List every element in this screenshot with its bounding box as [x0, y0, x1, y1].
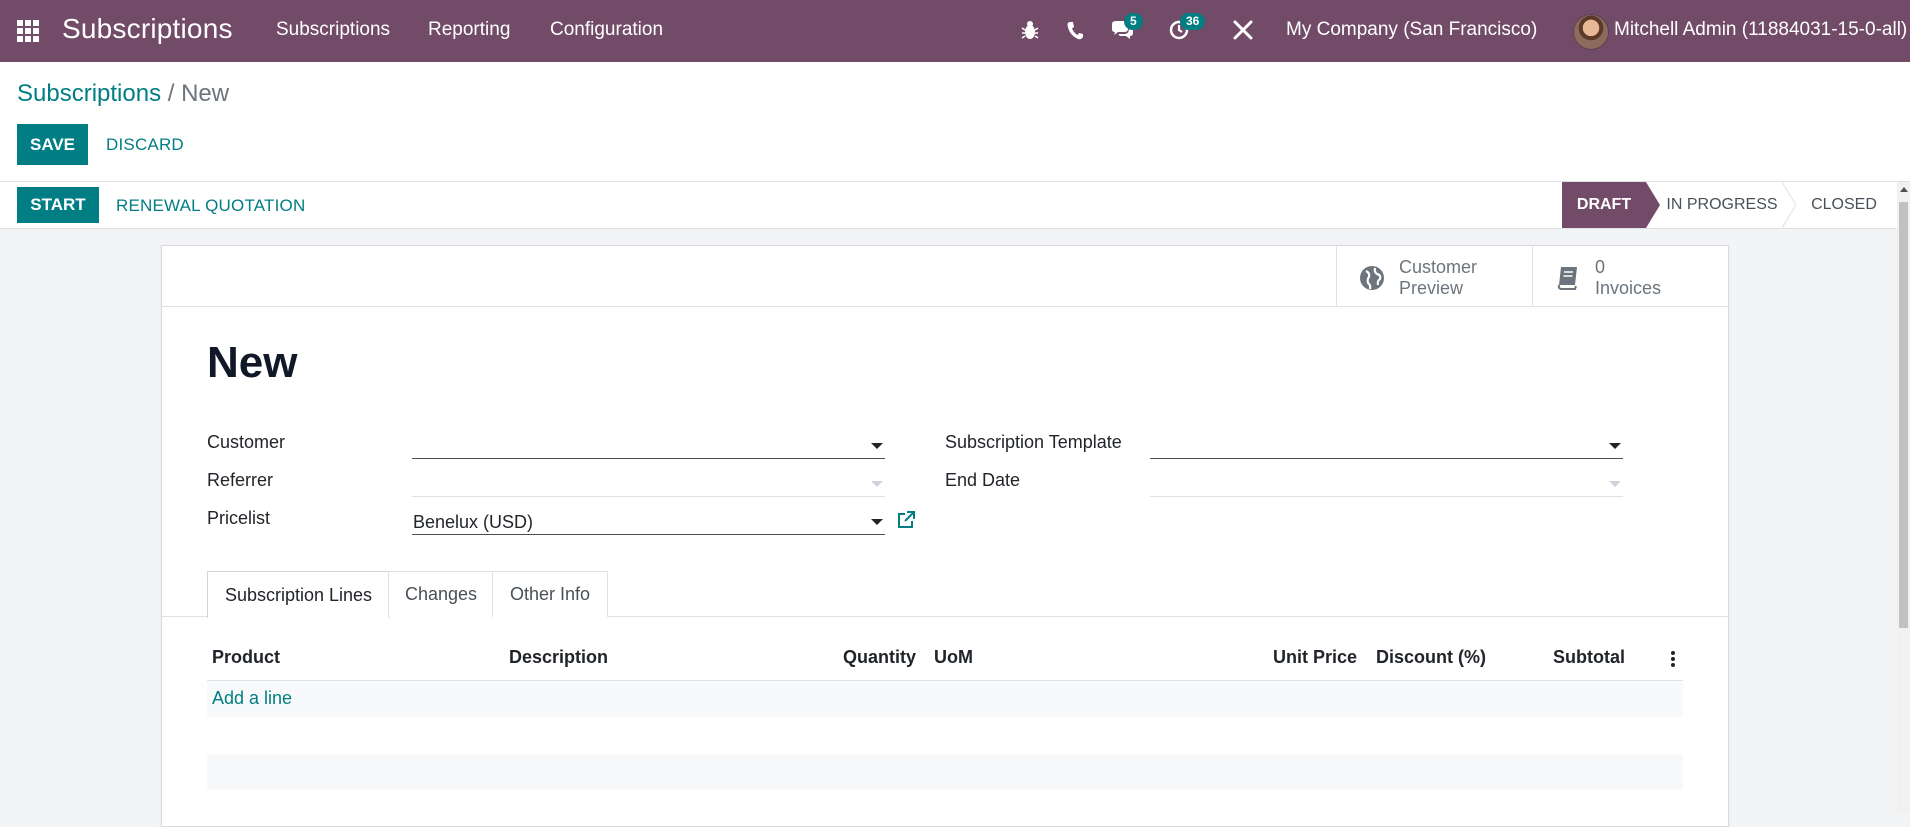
column-subtotal[interactable]: Subtotal — [1553, 647, 1625, 668]
record-title: New — [207, 338, 298, 387]
external-link-icon[interactable] — [896, 510, 916, 535]
end-date-field[interactable] — [1150, 470, 1623, 497]
control-panel: Subscriptions / New SAVE DISCARD — [0, 62, 1910, 182]
tab-changes[interactable]: Changes — [388, 571, 494, 617]
globe-icon — [1359, 265, 1385, 296]
column-uom[interactable]: UoM — [934, 647, 973, 668]
scrollbar[interactable] — [1897, 182, 1910, 814]
chevron-down-icon[interactable] — [871, 519, 883, 525]
chevron-down-icon[interactable] — [1609, 481, 1621, 487]
bug-icon[interactable] — [1021, 19, 1039, 43]
customer-preview-label: Customer Preview — [1399, 257, 1478, 298]
company-switcher[interactable]: My Company (San Francisco) — [1286, 19, 1537, 41]
chevron-down-icon[interactable] — [1609, 443, 1621, 449]
apps-icon[interactable] — [16, 19, 40, 43]
column-description[interactable]: Description — [509, 647, 608, 668]
customer-label: Customer — [207, 432, 286, 452]
start-button[interactable]: START — [17, 187, 99, 223]
customer-field[interactable] — [412, 432, 885, 459]
column-discount[interactable]: Discount (%) — [1376, 647, 1486, 668]
phone-icon[interactable] — [1066, 19, 1084, 43]
pricelist-label: Pricelist — [207, 508, 271, 528]
discard-button[interactable]: DISCARD — [106, 135, 184, 155]
invoices-count: 0 — [1595, 257, 1606, 277]
app-name[interactable]: Subscriptions — [62, 13, 233, 45]
status-bar: START RENEWAL QUOTATION DRAFT IN PROGRES… — [0, 182, 1900, 229]
messages-count-badge: 5 — [1124, 13, 1143, 30]
stage-draft[interactable]: DRAFT — [1562, 182, 1646, 228]
add-line-link[interactable]: Add a line — [212, 688, 292, 709]
chevron-down-icon[interactable] — [871, 481, 883, 487]
stage-in-progress[interactable]: IN PROGRESS — [1662, 182, 1782, 228]
referrer-label: Referrer — [207, 470, 274, 490]
form-sheet: Customer Preview 0 Invoices New Customer… — [161, 245, 1729, 827]
book-icon — [1555, 265, 1581, 296]
tab-subscription-lines[interactable]: Subscription Lines — [207, 571, 390, 618]
tools-icon[interactable] — [1232, 19, 1254, 43]
menu-reporting[interactable]: Reporting — [428, 19, 510, 41]
breadcrumb-current: New — [181, 80, 230, 107]
column-unit-price[interactable]: Unit Price — [1273, 647, 1357, 668]
scroll-up-icon[interactable] — [1900, 187, 1908, 192]
subscription-template-label: Subscription Template — [945, 432, 1122, 452]
invoices-label: 0 Invoices — [1595, 257, 1662, 298]
breadcrumb-parent[interactable]: Subscriptions — [17, 80, 161, 107]
top-navbar: Subscriptions Subscriptions Reporting Co… — [0, 0, 1910, 62]
menu-configuration[interactable]: Configuration — [550, 19, 663, 41]
activities-count-badge: 36 — [1180, 13, 1206, 30]
table-row — [207, 681, 1683, 717]
end-date-label: End Date — [945, 470, 1021, 490]
save-button[interactable]: SAVE — [17, 124, 88, 165]
smart-button-box: Customer Preview 0 Invoices — [162, 246, 1728, 307]
stage-arrow-active — [1646, 182, 1660, 228]
breadcrumb: Subscriptions / New — [17, 80, 229, 108]
stage-closed[interactable]: CLOSED — [1800, 182, 1888, 228]
scrollbar-thumb[interactable] — [1899, 202, 1908, 628]
invoices-button[interactable]: 0 Invoices — [1532, 246, 1728, 306]
column-product[interactable]: Product — [212, 647, 280, 668]
customer-preview-button[interactable]: Customer Preview — [1336, 246, 1532, 306]
breadcrumb-separator: / — [167, 80, 175, 107]
chevron-down-icon[interactable] — [871, 443, 883, 449]
subscription-template-field[interactable] — [1150, 432, 1623, 459]
table-row — [207, 754, 1683, 790]
column-quantity[interactable]: Quantity — [843, 647, 916, 668]
optional-columns-icon[interactable] — [1670, 650, 1676, 673]
referrer-field[interactable] — [412, 470, 885, 497]
avatar[interactable] — [1573, 14, 1609, 50]
user-menu[interactable]: Mitchell Admin (11884031-15-0-all) — [1614, 19, 1907, 41]
menu-subscriptions[interactable]: Subscriptions — [276, 19, 390, 41]
tab-other-info[interactable]: Other Info — [492, 571, 608, 617]
pricelist-field[interactable]: Benelux (USD) — [412, 508, 885, 535]
stage-arrow-divider — [1782, 182, 1796, 228]
renewal-quotation-button[interactable]: RENEWAL QUOTATION — [116, 196, 305, 216]
